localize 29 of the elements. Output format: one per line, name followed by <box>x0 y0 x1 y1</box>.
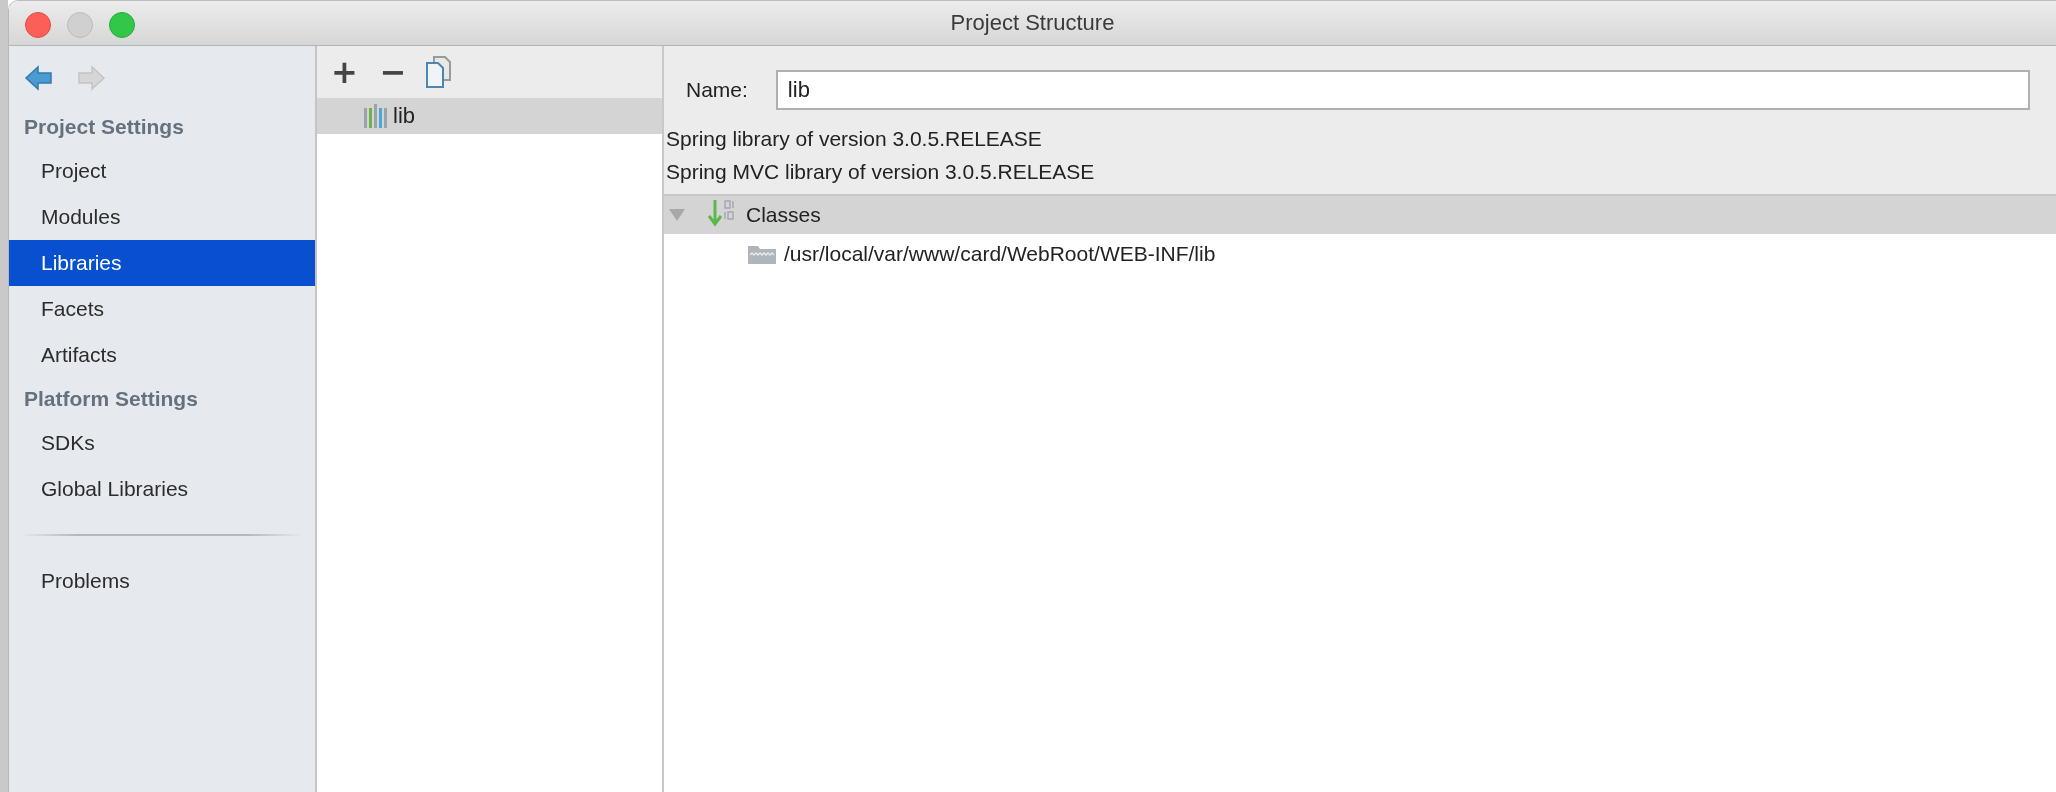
name-field[interactable]: lib <box>775 70 2030 110</box>
library-label: lib <box>393 103 415 129</box>
sidebar-item[interactable]: Modules <box>9 194 315 240</box>
name-label: Name: <box>686 78 748 102</box>
window-title: Project Structure <box>950 10 1115 36</box>
sidebar-item[interactable]: Libraries <box>9 240 315 286</box>
sidebar-item[interactable]: Facets <box>9 286 315 332</box>
sidebar-item[interactable]: SDKs <box>9 420 315 466</box>
sidebar-item[interactable]: Problems <box>9 558 315 604</box>
close-button[interactable] <box>25 12 51 38</box>
library-item[interactable]: lib <box>317 98 662 134</box>
collapse-triangle-icon[interactable] <box>668 208 686 222</box>
tree-node-label[interactable]: Classes <box>746 203 821 227</box>
sidebar-item[interactable]: Artifacts <box>9 332 315 378</box>
remove-button[interactable]: − <box>375 56 411 88</box>
sidebar-item[interactable]: Project <box>9 148 315 194</box>
library-description: Spring MVC library of version 3.0.5.RELEASE <box>665 159 1096 185</box>
library-description: Spring library of version 3.0.5.RELEASE <box>665 126 1043 152</box>
zoom-button[interactable] <box>109 12 135 38</box>
section-heading: Platform Settings <box>23 386 199 412</box>
library-icon <box>363 104 389 128</box>
back-arrow-icon[interactable] <box>24 64 54 92</box>
copy-icon[interactable] <box>424 56 451 88</box>
folder-icon <box>748 244 776 264</box>
add-button[interactable]: + <box>327 56 362 88</box>
sidebar-item[interactable]: Global Libraries <box>9 466 315 512</box>
tree-node-label[interactable]: /usr/local/var/www/card/WebRoot/WEB-INF/lib <box>784 242 1216 266</box>
minimize-button[interactable] <box>67 12 93 38</box>
section-heading: Project Settings <box>23 114 185 140</box>
